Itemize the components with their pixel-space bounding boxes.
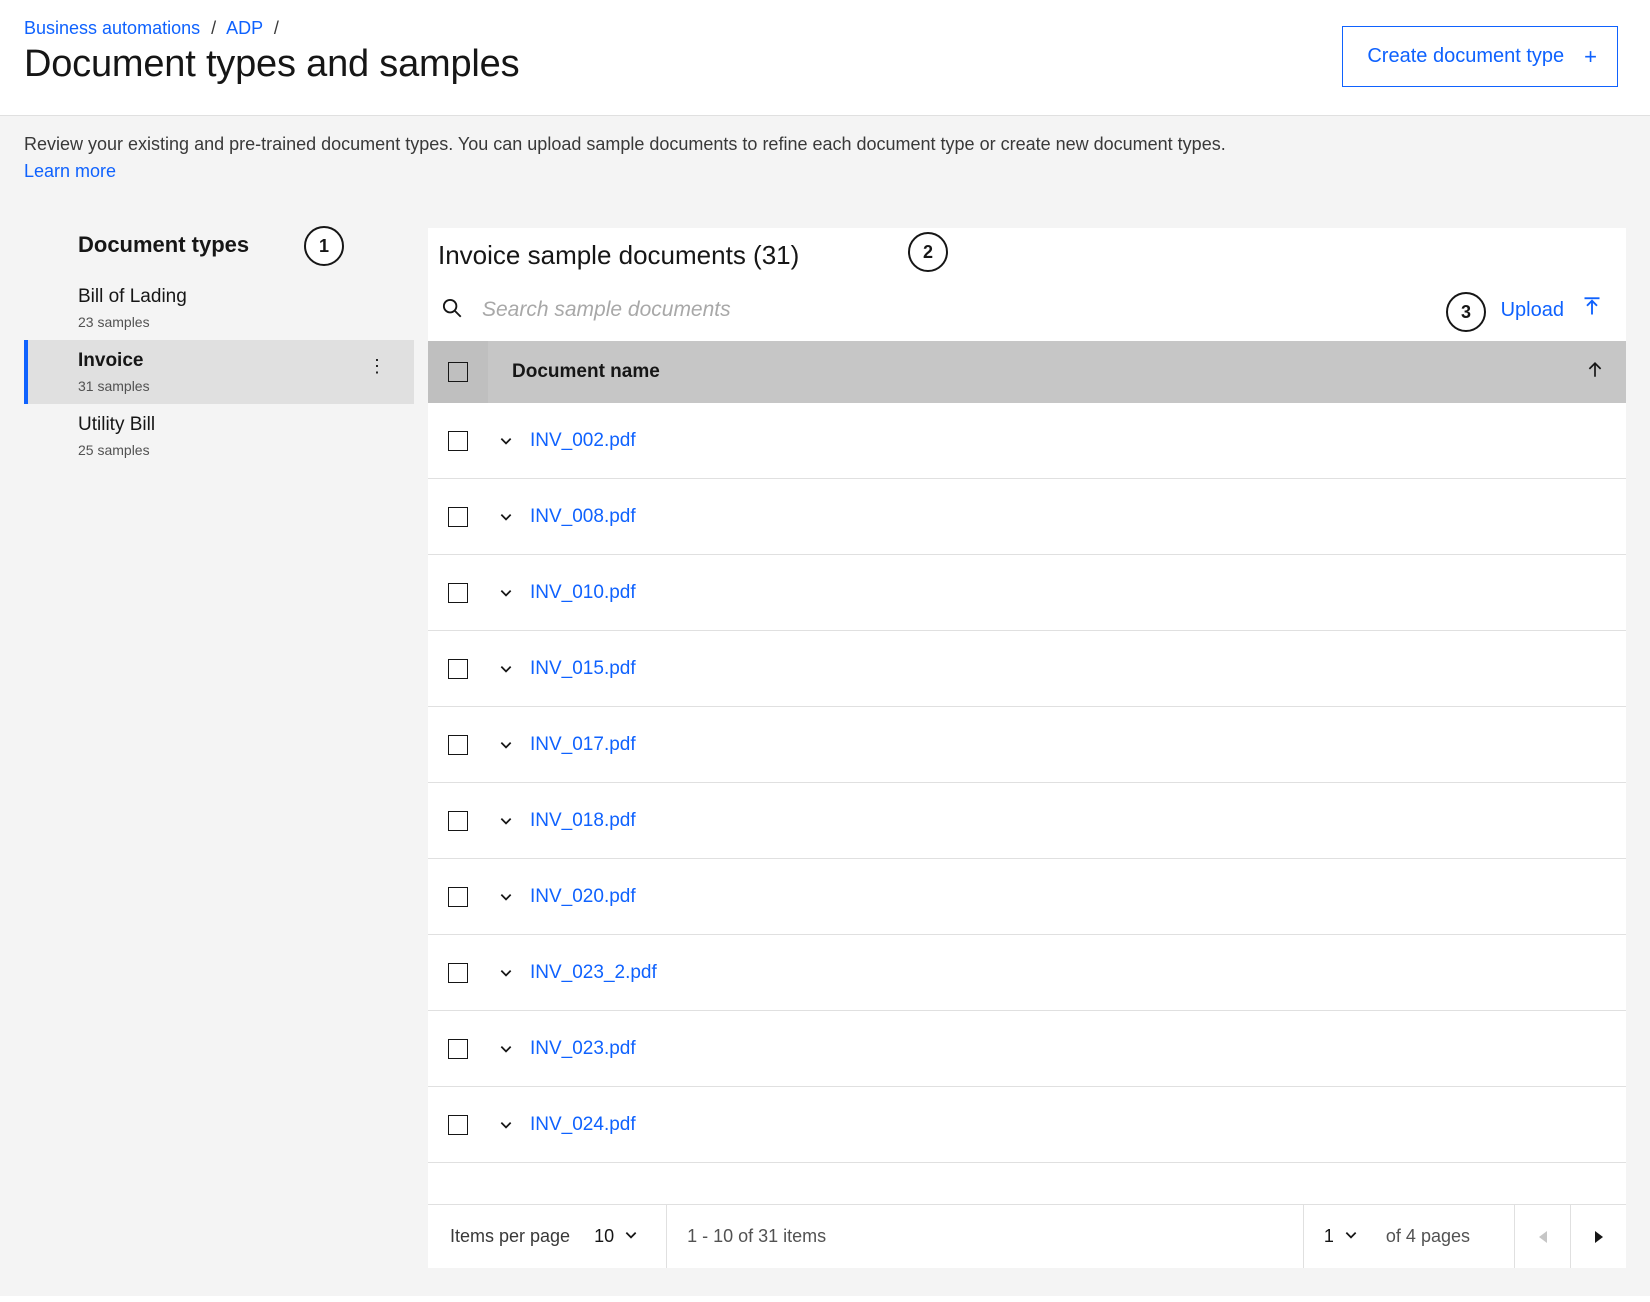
doctype-name: Invoice — [78, 350, 398, 372]
row-checkbox[interactable] — [448, 735, 468, 755]
row-checkbox[interactable] — [448, 1115, 468, 1135]
row-checkbox[interactable] — [448, 507, 468, 527]
learn-more-link[interactable]: Learn more — [24, 161, 116, 182]
table-row: INV_002.pdf — [428, 403, 1626, 479]
table-row: INV_018.pdf — [428, 783, 1626, 859]
select-all-checkbox[interactable] — [448, 362, 468, 382]
column-header-name[interactable]: Document name — [488, 361, 1586, 383]
document-link[interactable]: INV_023.pdf — [524, 1038, 636, 1060]
table-row: INV_020.pdf — [428, 859, 1626, 935]
row-checkbox[interactable] — [448, 963, 468, 983]
doctype-name: Bill of Lading — [78, 286, 398, 308]
table-row: INV_015.pdf — [428, 631, 1626, 707]
create-document-type-button[interactable]: Create document type + — [1342, 26, 1618, 87]
doctype-item-utility-bill[interactable]: Utility Bill 25 samples — [24, 404, 414, 468]
pages-text: of 4 pages — [1386, 1226, 1494, 1247]
table-body: INV_002.pdf INV_008.pdf INV_010.pdf INV_… — [428, 403, 1626, 1163]
table-row: INV_008.pdf — [428, 479, 1626, 555]
doctype-name: Utility Bill — [78, 414, 398, 436]
doctype-item-invoice[interactable]: Invoice 31 samples ⋮ — [24, 340, 414, 404]
table-row: INV_010.pdf — [428, 555, 1626, 631]
items-per-page-value: 10 — [594, 1226, 614, 1247]
row-checkbox[interactable] — [448, 887, 468, 907]
breadcrumb-item-2[interactable]: ADP — [226, 18, 263, 38]
kebab-menu-icon[interactable]: ⋮ — [368, 356, 386, 377]
items-per-page-select[interactable]: 10 — [594, 1226, 638, 1247]
expand-toggle[interactable] — [488, 1042, 524, 1056]
expand-toggle[interactable] — [488, 738, 524, 752]
prev-page-button[interactable] — [1514, 1205, 1570, 1268]
doctype-count: 25 samples — [78, 442, 398, 458]
doctype-item-bill-of-lading[interactable]: Bill of Lading 23 samples — [24, 276, 414, 340]
expand-toggle[interactable] — [488, 1118, 524, 1132]
expand-toggle[interactable] — [488, 966, 524, 980]
chevron-down-icon — [624, 1226, 638, 1247]
pagination-range: 1 - 10 of 31 items — [667, 1226, 1303, 1247]
upload-button[interactable]: Upload — [1501, 297, 1602, 323]
breadcrumb-separator: / — [274, 18, 279, 38]
table-row: INV_023_2.pdf — [428, 935, 1626, 1011]
upload-icon — [1582, 297, 1602, 323]
page-title: Document types and samples — [24, 43, 519, 86]
doctype-count: 31 samples — [78, 378, 398, 394]
breadcrumb-item-1[interactable]: Business automations — [24, 18, 200, 38]
row-checkbox[interactable] — [448, 431, 468, 451]
sort-icon[interactable] — [1586, 361, 1626, 384]
current-page: 1 — [1324, 1226, 1334, 1247]
chevron-down-icon — [1344, 1226, 1358, 1247]
items-per-page-label: Items per page — [450, 1226, 570, 1247]
document-link[interactable]: INV_018.pdf — [524, 810, 636, 832]
expand-toggle[interactable] — [488, 434, 524, 448]
table-header: Document name — [428, 341, 1626, 403]
plus-icon: + — [1584, 46, 1597, 68]
intro-text: Review your existing and pre-trained doc… — [24, 134, 1226, 154]
row-checkbox[interactable] — [448, 811, 468, 831]
row-checkbox[interactable] — [448, 659, 468, 679]
sidebar-title: Document types — [24, 228, 414, 276]
upload-label: Upload — [1501, 299, 1564, 322]
expand-toggle[interactable] — [488, 890, 524, 904]
document-link[interactable]: INV_017.pdf — [524, 734, 636, 756]
row-checkbox[interactable] — [448, 583, 468, 603]
breadcrumb-separator: / — [211, 18, 216, 38]
annotation-2: 2 — [908, 232, 948, 272]
annotation-3: 3 — [1446, 292, 1486, 332]
expand-toggle[interactable] — [488, 814, 524, 828]
pagination: Items per page 10 1 - 10 of 31 items 1 o… — [428, 1204, 1626, 1268]
main-panel: Invoice sample documents (31) 2 3 Upload — [428, 228, 1626, 1268]
table-row: INV_024.pdf — [428, 1087, 1626, 1163]
expand-toggle[interactable] — [488, 510, 524, 524]
search-icon — [442, 298, 462, 323]
document-types-sidebar: Document types Bill of Lading 23 samples… — [24, 228, 414, 1268]
breadcrumb: Business automations / ADP / — [24, 18, 519, 39]
document-link[interactable]: INV_010.pdf — [524, 582, 636, 604]
document-link[interactable]: INV_015.pdf — [524, 658, 636, 680]
next-page-button[interactable] — [1570, 1205, 1626, 1268]
expand-toggle[interactable] — [488, 586, 524, 600]
main-title: Invoice sample documents (31) — [438, 240, 1606, 271]
row-checkbox[interactable] — [448, 1039, 468, 1059]
page-select[interactable]: 1 of 4 pages — [1303, 1205, 1514, 1268]
search-input[interactable] — [482, 298, 1501, 322]
doctype-count: 23 samples — [78, 314, 398, 330]
document-link[interactable]: INV_024.pdf — [524, 1114, 636, 1136]
document-link[interactable]: INV_023_2.pdf — [524, 962, 657, 984]
annotation-1: 1 — [304, 226, 344, 266]
document-link[interactable]: INV_008.pdf — [524, 506, 636, 528]
table-row: INV_023.pdf — [428, 1011, 1626, 1087]
document-link[interactable]: INV_020.pdf — [524, 886, 636, 908]
table-row: INV_017.pdf — [428, 707, 1626, 783]
create-button-label: Create document type — [1367, 45, 1564, 68]
expand-toggle[interactable] — [488, 662, 524, 676]
document-link[interactable]: INV_002.pdf — [524, 430, 636, 452]
